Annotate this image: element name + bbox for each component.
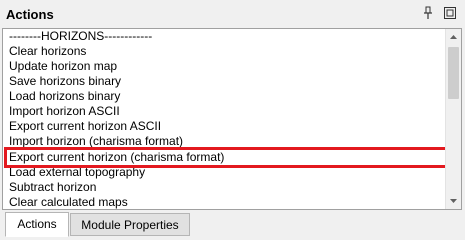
list-item[interactable]: Export current horizon ASCII [9,119,161,134]
list-item[interactable]: Load external topography [9,165,145,180]
list-item[interactable]: Import horizon ASCII [9,104,120,119]
actions-list[interactable]: --------HORIZONS------------ Clear horiz… [2,28,462,210]
list-item[interactable]: Clear horizons [9,44,86,59]
list-item[interactable]: Save horizons binary [9,74,121,89]
list-item[interactable]: Update horizon map [9,59,117,74]
scroll-down-arrow-icon[interactable] [446,193,461,209]
pin-icon[interactable] [421,6,435,20]
scrollbar-thumb[interactable] [448,47,459,99]
scroll-up-arrow-icon[interactable] [446,29,461,45]
list-item[interactable]: Clear calculated maps [9,195,128,209]
tab-actions[interactable]: Actions [5,212,69,237]
float-window-icon[interactable] [443,6,457,20]
tab-module-properties[interactable]: Module Properties [70,213,190,236]
list-item[interactable]: Load horizons binary [9,89,120,104]
list-item[interactable]: Import horizon (charisma format) [9,134,183,149]
list-item[interactable]: Subtract horizon [9,180,96,195]
tab-bar: Actions Module Properties [0,211,465,240]
panel-titlebar: Actions [0,0,465,28]
vertical-scrollbar[interactable] [445,29,461,209]
list-item-selected[interactable]: Export current horizon (charisma format) [9,150,224,165]
actions-list-viewport: --------HORIZONS------------ Clear horiz… [3,29,445,209]
panel-title: Actions [6,7,54,22]
list-item-horizons-header: --------HORIZONS------------ [9,29,153,43]
